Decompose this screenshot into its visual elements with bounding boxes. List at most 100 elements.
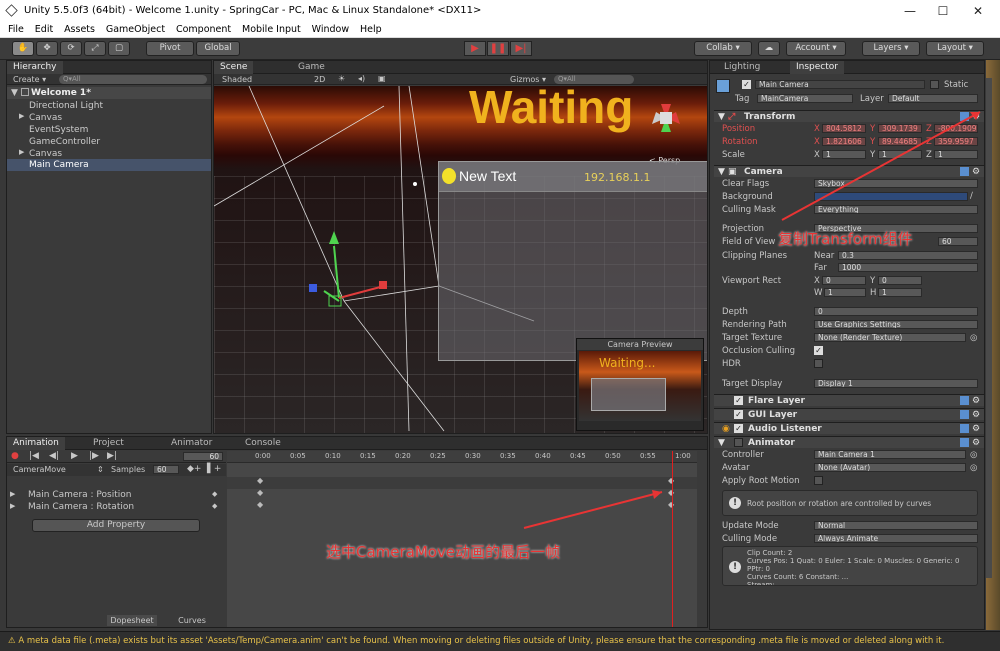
annotation-arrows <box>523 111 981 529</box>
clip-info-text: Clip Count: 2 Curves Pos: 1 Quat: 0 Eule… <box>747 549 960 586</box>
samples-field[interactable]: 60 <box>153 465 179 474</box>
menu-assets[interactable]: Assets <box>64 22 95 38</box>
tick-label: 0:15 <box>360 452 376 460</box>
add-event-icon[interactable]: ▌+ <box>207 464 221 474</box>
layout-dropdown[interactable]: Layout ▾ <box>926 41 984 56</box>
menu-component[interactable]: Component <box>176 22 231 38</box>
hierarchy-row-selected[interactable]: Main Camera <box>7 159 211 171</box>
next-key-icon[interactable]: |▶ <box>89 451 99 461</box>
object-name-field[interactable]: Main Camera <box>755 80 925 89</box>
rotate-tool-icon[interactable]: ⟳ <box>60 41 82 56</box>
status-bar[interactable]: ⚠ A meta data file (.meta) exists but it… <box>0 631 1000 651</box>
tick-label: 0:00 <box>255 452 271 460</box>
tick-label: 0:20 <box>395 452 411 460</box>
unity-scene-icon <box>21 88 29 96</box>
move-tool-icon[interactable]: ✥ <box>36 41 58 56</box>
tab-inspector[interactable]: Inspector <box>790 61 844 74</box>
expand-arrow-icon[interactable]: ▶ <box>10 490 15 498</box>
gizmos-dropdown[interactable]: Gizmos ▾ <box>510 75 546 84</box>
expand-arrow-icon[interactable]: ▶ <box>10 502 15 510</box>
status-dot-icon <box>442 168 456 184</box>
add-keyframe-icon[interactable]: ◆+ <box>187 464 201 474</box>
shading-dropdown[interactable]: Shaded <box>222 75 252 84</box>
menu-window[interactable]: Window <box>312 22 349 38</box>
record-icon[interactable]: ● <box>11 451 19 461</box>
title-bar: Unity 5.5.0f3 (64bit) - Welcome 1.unity … <box>0 0 1000 22</box>
play-anim-icon[interactable]: ▶ <box>71 451 78 461</box>
rect-tool-icon[interactable]: ▢ <box>108 41 130 56</box>
create-dropdown[interactable]: Create ▾ <box>13 75 46 84</box>
track-rotation[interactable]: Main Camera : Rotation <box>28 502 134 512</box>
menu-mobile-input[interactable]: Mobile Input <box>242 22 301 38</box>
tab-game[interactable]: Game <box>292 61 331 74</box>
hierarchy-item-canvas-2[interactable]: Canvas <box>29 149 62 159</box>
expand-arrow-icon[interactable]: ▼ <box>11 88 18 98</box>
curves-tab[interactable]: Curves <box>167 615 217 626</box>
hierarchy-item-main-camera[interactable]: Main Camera <box>29 160 89 170</box>
keyframe-diamond[interactable]: ◆ <box>257 476 263 485</box>
account-dropdown[interactable]: Account ▾ <box>786 41 846 56</box>
tab-hierarchy[interactable]: Hierarchy <box>7 61 63 74</box>
cloud-icon[interactable]: ☁ <box>758 41 780 56</box>
last-key-icon[interactable]: ▶| <box>107 451 117 461</box>
annotation-select-last-frame: 选中CameraMove动画的最后一帧 <box>326 543 561 561</box>
track-key-icon[interactable]: ◆ <box>212 490 217 498</box>
expand-arrow-icon[interactable]: ▶ <box>19 148 24 156</box>
frame-field[interactable]: 60 <box>183 452 223 461</box>
clip-dropdown[interactable]: CameraMove <box>13 465 66 474</box>
add-property-button[interactable]: Add Property <box>32 519 200 532</box>
menu-help[interactable]: Help <box>360 22 382 38</box>
samples-label: Samples <box>111 465 146 474</box>
close-button[interactable]: ✕ <box>963 3 993 19</box>
hierarchy-search[interactable]: Q▾All <box>59 75 207 84</box>
audio-toggle-icon[interactable]: ◂) <box>358 74 365 83</box>
static-checkbox[interactable] <box>930 80 939 89</box>
annotation-copy-transform: 复制Transform组件 <box>778 230 913 248</box>
scale-tool-icon[interactable]: ⤢ <box>84 41 106 56</box>
minimize-button[interactable]: — <box>895 3 925 19</box>
hand-tool-icon[interactable]: ✋ <box>12 41 34 56</box>
keyframe-diamond[interactable]: ◆ <box>257 488 263 497</box>
expand-arrow-icon[interactable]: ▶ <box>19 112 24 120</box>
2d-toggle[interactable]: 2D <box>314 75 325 84</box>
maximize-button[interactable]: ☐ <box>928 3 958 19</box>
tick-label: 0:25 <box>430 452 446 460</box>
global-toggle[interactable]: Global <box>196 41 240 56</box>
tab-console[interactable]: Console <box>239 437 287 450</box>
gameobject-cube-icon <box>716 79 730 93</box>
prev-key-icon[interactable]: ◀| <box>49 451 59 461</box>
dopesheet-tab[interactable]: Dopesheet <box>107 615 157 626</box>
effects-toggle-icon[interactable]: ▣ <box>378 74 386 83</box>
play-button[interactable]: ▶ <box>464 41 486 56</box>
menu-file[interactable]: File <box>8 22 24 38</box>
scene-search[interactable]: Q▾All <box>554 75 634 84</box>
hierarchy-panel: Hierarchy Create ▾ Q▾All ▼ Welcome 1* Di… <box>6 60 212 434</box>
lighting-toggle-icon[interactable]: ☀ <box>338 74 345 83</box>
track-position[interactable]: Main Camera : Position <box>28 490 131 500</box>
menu-edit[interactable]: Edit <box>35 22 53 38</box>
hierarchy-item-eventsystem[interactable]: EventSystem <box>29 125 88 135</box>
collab-dropdown[interactable]: Collab ▾ <box>694 41 752 56</box>
scene-root-row[interactable]: ▼ Welcome 1* <box>7 87 211 99</box>
keyframe-diamond[interactable]: ◆ <box>257 500 263 509</box>
dropdown-arrow-icon: ⇕ <box>97 465 104 474</box>
tab-lighting[interactable]: Lighting <box>718 61 766 74</box>
tab-scene[interactable]: Scene <box>214 61 254 74</box>
tab-animation[interactable]: Animation <box>7 437 65 450</box>
window-title: Unity 5.5.0f3 (64bit) - Welcome 1.unity … <box>24 5 482 16</box>
hierarchy-item-directional-light[interactable]: Directional Light <box>29 101 103 111</box>
menu-gameobject[interactable]: GameObject <box>106 22 165 38</box>
unity-logo-icon <box>5 4 18 17</box>
layers-dropdown[interactable]: Layers ▾ <box>862 41 920 56</box>
track-key-icon[interactable]: ◆ <box>212 502 217 510</box>
step-button[interactable]: ▶| <box>510 41 532 56</box>
hierarchy-item-canvas[interactable]: Canvas <box>29 113 62 123</box>
tab-animator[interactable]: Animator <box>165 437 218 450</box>
tab-project[interactable]: Project <box>87 437 130 450</box>
pivot-toggle[interactable]: Pivot <box>146 41 194 56</box>
active-checkbox[interactable]: ✓ <box>742 80 751 89</box>
animation-controls: ● |◀ ◀| ▶ |▶ ▶| 60 <box>7 451 226 463</box>
pause-button[interactable]: ❚❚ <box>487 41 509 56</box>
hierarchy-item-gamecontroller[interactable]: GameController <box>29 137 100 147</box>
first-key-icon[interactable]: |◀ <box>29 451 39 461</box>
